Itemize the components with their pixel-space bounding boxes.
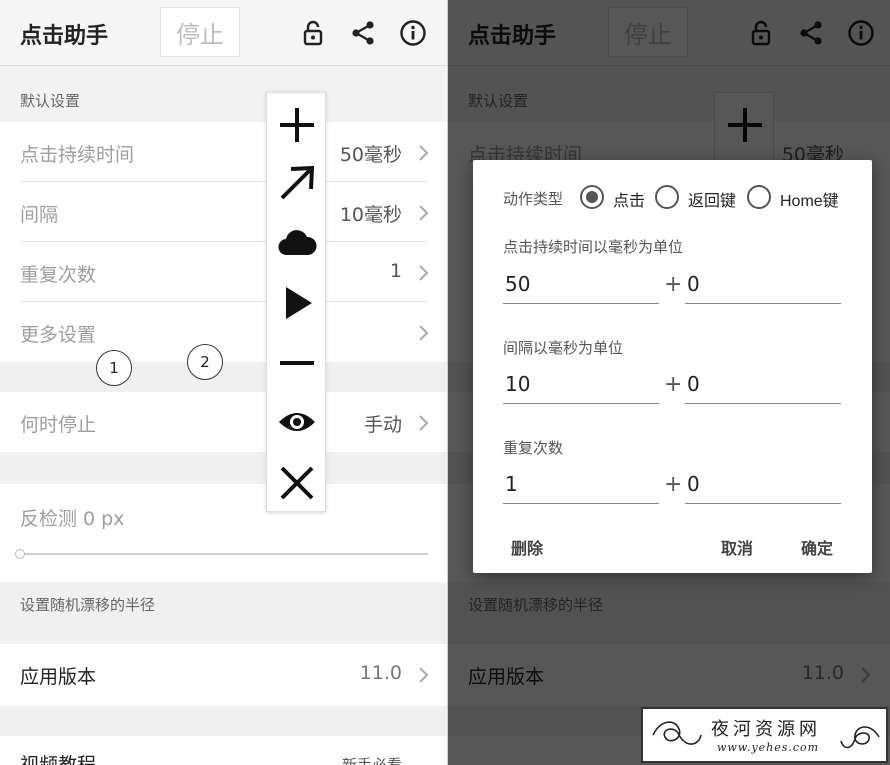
- ornament-icon: [840, 726, 880, 749]
- ok-button[interactable]: 确定: [801, 535, 833, 559]
- row-value: 手动: [363, 414, 402, 436]
- watermark: 夜河资源网 www.yehes.com: [641, 707, 888, 763]
- section-gap: [0, 362, 448, 392]
- repeat-label: 重复次数: [503, 439, 564, 457]
- row-label: 何时停止: [20, 414, 97, 436]
- chevron-right-icon: [419, 265, 429, 281]
- field-value: 50: [505, 272, 531, 296]
- info-icon[interactable]: [398, 18, 428, 48]
- field-underline: [503, 502, 659, 504]
- field-value: 10: [505, 372, 531, 396]
- row-label: 重复次数: [20, 264, 97, 286]
- settings-row-when-stop[interactable]: 何时停止 手动: [0, 392, 448, 452]
- tap-point-badge[interactable]: 1: [96, 350, 132, 386]
- field-value: 0: [687, 372, 700, 396]
- row-value: 11.0: [359, 662, 402, 684]
- chevron-right-icon: [419, 667, 429, 683]
- settings-row-duration[interactable]: 点击持续时间 50毫秒: [0, 122, 448, 182]
- row-label: 间隔: [20, 204, 59, 226]
- radio-label: Home键: [780, 193, 839, 210]
- row-label: 应用版本: [20, 666, 97, 688]
- row-label: 点击持续时间: [20, 144, 135, 166]
- cloud-icon[interactable]: [277, 223, 317, 263]
- settings-row-repeat[interactable]: 重复次数 1: [0, 242, 448, 302]
- radio-back-key[interactable]: [655, 185, 679, 209]
- settings-row-video[interactable]: 视频教程 新手必看: [0, 736, 448, 765]
- chevron-right-icon: [419, 205, 429, 221]
- field-underline: [503, 402, 659, 404]
- watermark-text: 夜河资源网: [711, 719, 821, 740]
- close-icon[interactable]: [277, 463, 317, 503]
- anti-detect-slider[interactable]: [20, 553, 428, 555]
- interval-label: 间隔以毫秒为单位: [503, 339, 624, 357]
- radio-label: 返回键: [688, 191, 737, 210]
- cancel-button[interactable]: 取消: [721, 535, 753, 559]
- section-gap: [0, 452, 448, 484]
- duration-random-input[interactable]: 0: [685, 266, 841, 304]
- field-underline: [685, 402, 841, 404]
- delete-button[interactable]: 删除: [511, 535, 543, 559]
- arrow-icon[interactable]: [277, 163, 317, 203]
- row-label: 视频教程: [20, 754, 97, 765]
- field-underline: [685, 502, 841, 504]
- app-bar: 点击助手 停止: [0, 0, 448, 66]
- drift-radius-header: 设置随机漂移的半径: [0, 582, 448, 644]
- radio-click[interactable]: [580, 185, 604, 209]
- share-icon[interactable]: [348, 18, 378, 48]
- settings-row-anti-detect: 反检测 0 px: [0, 484, 448, 582]
- action-type-label: 动作类型: [503, 190, 564, 208]
- ornament-icon: [652, 721, 702, 745]
- repeat-input[interactable]: 1: [503, 466, 659, 504]
- floating-toolbar: [266, 92, 326, 512]
- field-value: 0: [687, 272, 700, 296]
- plus-sign: +: [664, 372, 683, 397]
- section-gap: [0, 706, 448, 736]
- settings-row-interval[interactable]: 间隔 10毫秒: [0, 182, 448, 242]
- default-settings-header: 默认设置: [20, 92, 81, 110]
- row-value: 新手必看: [341, 756, 402, 765]
- row-value: 1: [389, 260, 402, 282]
- field-underline: [503, 302, 659, 304]
- settings-row-app-version[interactable]: 应用版本 11.0: [0, 644, 448, 706]
- row-label: 更多设置: [20, 324, 97, 346]
- tap-point-badge[interactable]: 2: [187, 344, 223, 380]
- action-dialog: 动作类型 点击 返回键 Home键 点击持续时间以毫秒为单位 50 + 0 间隔…: [473, 160, 872, 573]
- duration-label: 点击持续时间以毫秒为单位: [503, 238, 684, 256]
- duration-input[interactable]: 50: [503, 266, 659, 304]
- repeat-random-input[interactable]: 0: [685, 466, 841, 504]
- lock-icon[interactable]: [298, 18, 328, 48]
- field-value: 0: [687, 472, 700, 496]
- chevron-right-icon: [419, 325, 429, 341]
- plus-icon[interactable]: [277, 105, 317, 145]
- radio-label: 点击: [613, 191, 646, 210]
- row-value: 50毫秒: [339, 144, 402, 166]
- plus-sign: +: [664, 472, 683, 497]
- chevron-right-icon: [419, 415, 429, 431]
- settings-row-more[interactable]: 更多设置: [0, 302, 448, 362]
- plus-sign: +: [664, 272, 683, 297]
- main-screen: 点击助手 停止 默认设置 点击持续时间 50毫秒 间隔 10毫秒 重复次数 1 …: [0, 0, 448, 765]
- watermark-url: www.yehes.com: [717, 741, 820, 754]
- row-label: 反检测 0 px: [20, 508, 125, 530]
- interval-random-input[interactable]: 0: [685, 366, 841, 404]
- field-value: 1: [505, 472, 518, 496]
- chevron-right-icon: [419, 145, 429, 161]
- eye-icon[interactable]: [277, 402, 317, 442]
- app-title: 点击助手: [20, 24, 109, 49]
- stop-button[interactable]: 停止: [160, 7, 240, 57]
- slider-thumb[interactable]: [15, 549, 25, 559]
- play-icon[interactable]: [277, 283, 317, 323]
- minus-icon[interactable]: [277, 343, 317, 383]
- field-underline: [685, 302, 841, 304]
- radio-home-key[interactable]: [747, 185, 771, 209]
- interval-input[interactable]: 10: [503, 366, 659, 404]
- row-value: 10毫秒: [339, 204, 402, 226]
